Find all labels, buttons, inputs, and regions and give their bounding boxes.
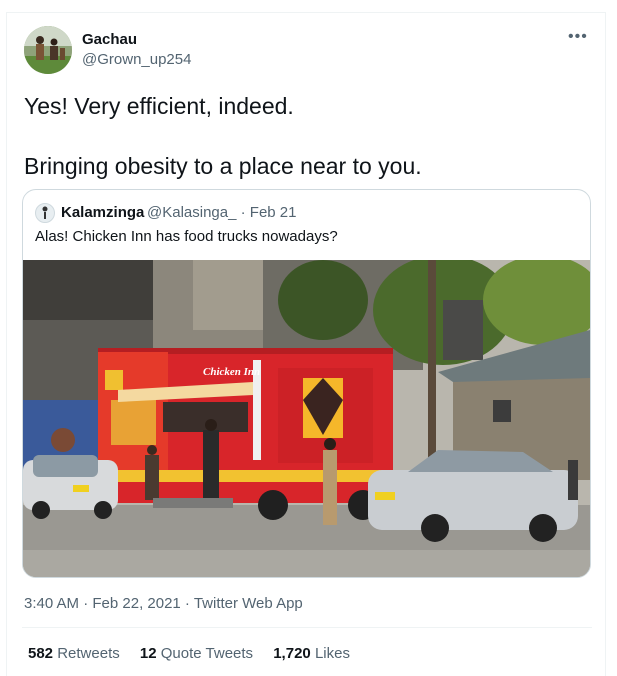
quoted-avatar-icon <box>42 206 48 219</box>
divider <box>22 627 592 628</box>
retweets-count: 582 <box>28 645 54 662</box>
truck-sign: Chicken Inn <box>203 366 260 378</box>
quote-tweets-label: Quote Tweets <box>160 645 254 662</box>
quoted-avatar[interactable] <box>35 203 55 223</box>
tweet-text-line2: Bringing obesity to a place near to you. <box>24 153 422 179</box>
quote-tweets-count: 12 <box>139 645 157 662</box>
quoted-text: Alas! Chicken Inn has food trucks nowada… <box>35 228 338 245</box>
tweet-timestamp[interactable]: 3:40 AM · Feb 22, 2021 · Twitter Web App <box>24 595 303 612</box>
more-options-icon[interactable]: ••• <box>568 28 588 46</box>
quoted-tweet[interactable]: Kalamzinga @Kalasinga_ · Feb 21 Alas! Ch… <box>22 189 591 578</box>
quoted-author-handle[interactable]: @Kalasinga_ · Feb 21 <box>147 204 296 221</box>
likes-stat[interactable]: 1,720 Likes <box>273 645 350 662</box>
quoted-author-name[interactable]: Kalamzinga <box>61 204 144 221</box>
engagement-stats: 582 Retweets 12 Quote Tweets 1,720 Likes <box>28 645 366 662</box>
retweets-stat[interactable]: 582 Retweets <box>28 645 120 662</box>
likes-label: Likes <box>314 645 350 662</box>
author-handle[interactable]: @Grown_up254 <box>82 51 191 68</box>
tweet-text-line1: Yes! Very efficient, indeed. <box>24 93 294 119</box>
quote-tweets-stat[interactable]: 12 Quote Tweets <box>140 645 253 662</box>
retweets-label: Retweets <box>57 645 120 662</box>
author-name[interactable]: Gachau <box>82 31 137 48</box>
avatar[interactable] <box>24 26 72 74</box>
likes-count: 1,720 <box>273 645 311 662</box>
quoted-media-image[interactable]: Chicken Inn <box>23 260 590 577</box>
avatar-image <box>24 26 72 74</box>
